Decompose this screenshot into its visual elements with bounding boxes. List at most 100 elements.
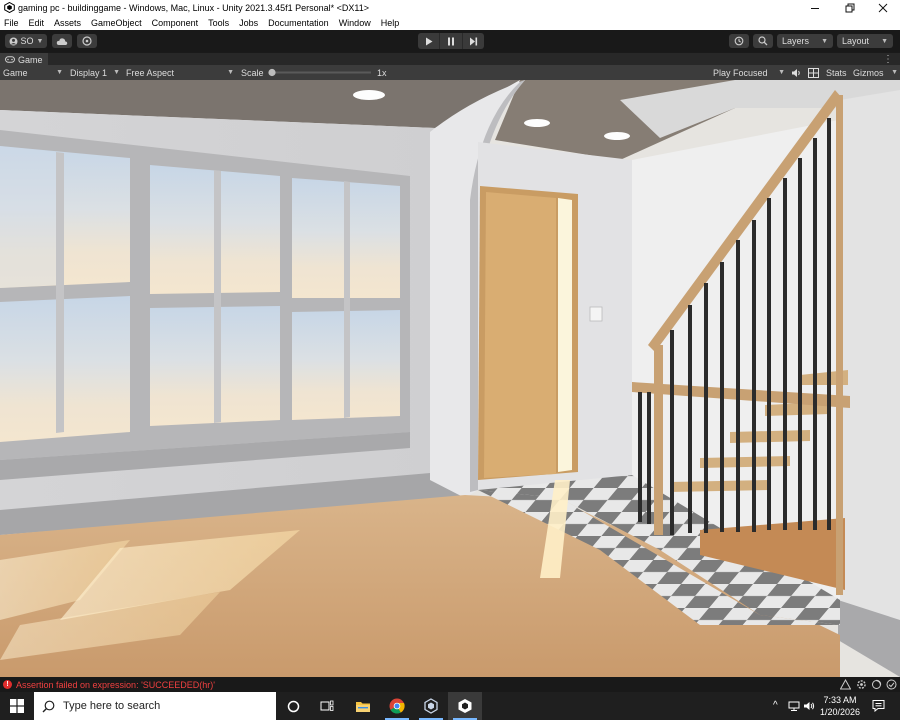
tab-game-label: Game bbox=[18, 54, 43, 65]
menu-help[interactable]: Help bbox=[381, 18, 400, 28]
taskbar-unity-hub[interactable] bbox=[414, 692, 448, 720]
clock-time: 7:33 AM bbox=[823, 695, 857, 705]
chevron-down-icon: ▼ bbox=[36, 37, 44, 45]
step-icon bbox=[469, 37, 477, 45]
chevron-down-icon: ▼ bbox=[778, 69, 785, 76]
play-mode-dropdown[interactable]: Play Focused ▼ bbox=[713, 65, 785, 80]
start-button[interactable] bbox=[0, 692, 34, 720]
taskbar-unity-editor[interactable] bbox=[448, 692, 482, 720]
cloud-button[interactable] bbox=[52, 34, 72, 48]
view-type-label: Game bbox=[3, 67, 28, 78]
layout-label: Layout bbox=[842, 36, 870, 46]
menu-tools[interactable]: Tools bbox=[208, 18, 229, 28]
chevron-down-icon: ▼ bbox=[113, 69, 120, 76]
view-type-dropdown[interactable]: Game ▼ bbox=[3, 65, 63, 80]
undo-history-button[interactable] bbox=[729, 34, 749, 48]
notification-icon[interactable] bbox=[872, 699, 885, 715]
layers-dropdown[interactable]: Layers ▼ bbox=[777, 34, 833, 48]
task-view-icon bbox=[320, 700, 334, 711]
menu-window[interactable]: Window bbox=[339, 18, 371, 28]
game-viewport[interactable] bbox=[0, 80, 900, 677]
display-dropdown[interactable]: Display 1 ▼ bbox=[70, 65, 120, 80]
game-tab-strip: Game ⋮ bbox=[0, 52, 900, 66]
window-title: gaming pc - buildinggame - Windows, Mac,… bbox=[18, 2, 370, 13]
gizmos-label: Gizmos bbox=[853, 67, 884, 78]
display-label: Display 1 bbox=[70, 67, 108, 78]
search-icon bbox=[42, 700, 55, 712]
unity-hub-icon bbox=[424, 698, 438, 714]
menu-jobs[interactable]: Jobs bbox=[239, 18, 258, 28]
volume-icon[interactable] bbox=[803, 701, 815, 714]
taskbar-search-box[interactable]: Type here to search bbox=[34, 692, 276, 720]
chevron-down-icon: ▼ bbox=[56, 69, 63, 76]
step-button[interactable] bbox=[463, 33, 484, 49]
taskbar-clock[interactable]: 7:33 AM 1/20/2026 bbox=[815, 694, 865, 718]
chevron-down-icon: ▼ bbox=[891, 69, 898, 76]
collab-button[interactable] bbox=[77, 34, 97, 48]
menu-documentation[interactable]: Documentation bbox=[268, 18, 329, 28]
grid-icon bbox=[808, 67, 819, 78]
cloud-icon bbox=[56, 37, 68, 45]
network-icon[interactable] bbox=[788, 701, 800, 714]
close-icon[interactable] bbox=[866, 0, 900, 15]
aspect-label: Free Aspect bbox=[126, 67, 175, 78]
scale-slider-thumb[interactable] bbox=[268, 68, 276, 77]
windows-logo-icon bbox=[10, 699, 24, 713]
menu-component[interactable]: Component bbox=[152, 18, 199, 28]
gamepad-icon bbox=[5, 56, 15, 63]
scene-render bbox=[0, 80, 900, 677]
play-mode-label: Play Focused bbox=[713, 67, 768, 78]
stats-grid-button[interactable] bbox=[808, 65, 819, 80]
stats-button[interactable]: Stats bbox=[826, 65, 847, 80]
speaker-icon bbox=[792, 68, 800, 77]
console-status-bar[interactable]: ! Assertion failed on expression: 'SUCCE… bbox=[0, 677, 900, 692]
unity-logo-icon bbox=[458, 699, 472, 713]
aspect-dropdown[interactable]: Free Aspect ▼ bbox=[126, 65, 234, 80]
menu-bar: File Edit Assets GameObject Component To… bbox=[0, 15, 900, 30]
search-button[interactable] bbox=[753, 34, 773, 48]
taskbar-chrome[interactable] bbox=[380, 692, 414, 720]
menu-gameobject[interactable]: GameObject bbox=[91, 18, 142, 28]
layout-dropdown[interactable]: Layout ▼ bbox=[837, 34, 893, 48]
pause-icon bbox=[447, 37, 454, 45]
tray-overflow-icon[interactable]: ^ bbox=[773, 700, 778, 711]
game-view-controls: Game ▼ Display 1 ▼ Free Aspect ▼ Scale 1… bbox=[0, 65, 900, 80]
status-message: Assertion failed on expression: 'SUCCEED… bbox=[16, 679, 216, 690]
checkmark-icon[interactable] bbox=[886, 679, 897, 690]
taskbar-file-explorer[interactable] bbox=[346, 692, 380, 720]
scale-slider[interactable] bbox=[268, 65, 373, 80]
play-button[interactable] bbox=[418, 33, 441, 49]
gizmos-dropdown[interactable]: Gizmos ▼ bbox=[853, 65, 898, 80]
menu-edit[interactable]: Edit bbox=[29, 18, 45, 28]
play-icon bbox=[425, 37, 433, 45]
search-placeholder: Type here to search bbox=[63, 700, 161, 712]
mute-audio-button[interactable] bbox=[791, 65, 802, 80]
chevron-down-icon: ▼ bbox=[821, 37, 828, 45]
title-bar: gaming pc - buildinggame - Windows, Mac,… bbox=[0, 0, 900, 15]
windows-taskbar: Type here to search ^ 7:33 AM 1/20/2026 bbox=[0, 692, 900, 720]
progress-icon[interactable] bbox=[871, 679, 882, 690]
gear-icon[interactable] bbox=[856, 679, 867, 690]
task-view-button[interactable] bbox=[310, 692, 344, 720]
cortana-button[interactable] bbox=[276, 692, 310, 720]
menu-assets[interactable]: Assets bbox=[54, 18, 81, 28]
chrome-icon bbox=[389, 698, 405, 714]
warning-icon[interactable] bbox=[839, 678, 852, 690]
account-button[interactable]: SO ▼ bbox=[5, 34, 47, 48]
layers-label: Layers bbox=[782, 36, 810, 46]
account-icon bbox=[9, 37, 18, 45]
restore-icon[interactable] bbox=[833, 0, 867, 15]
minimize-icon[interactable] bbox=[798, 0, 832, 15]
pause-button[interactable] bbox=[440, 33, 463, 49]
unity-logo-icon bbox=[3, 2, 15, 14]
search-icon bbox=[758, 36, 768, 46]
history-icon bbox=[734, 36, 744, 46]
main-toolbar: SO ▼ Layers ▼ Layout ▼ bbox=[0, 30, 900, 52]
playback-controls bbox=[418, 33, 484, 49]
folder-icon bbox=[356, 701, 370, 712]
clock-date: 1/20/2026 bbox=[819, 707, 861, 717]
account-label: SO bbox=[20, 36, 34, 46]
cortana-circle-icon bbox=[287, 700, 299, 712]
menu-file[interactable]: File bbox=[4, 18, 19, 28]
scale-value: 1x bbox=[377, 67, 387, 78]
